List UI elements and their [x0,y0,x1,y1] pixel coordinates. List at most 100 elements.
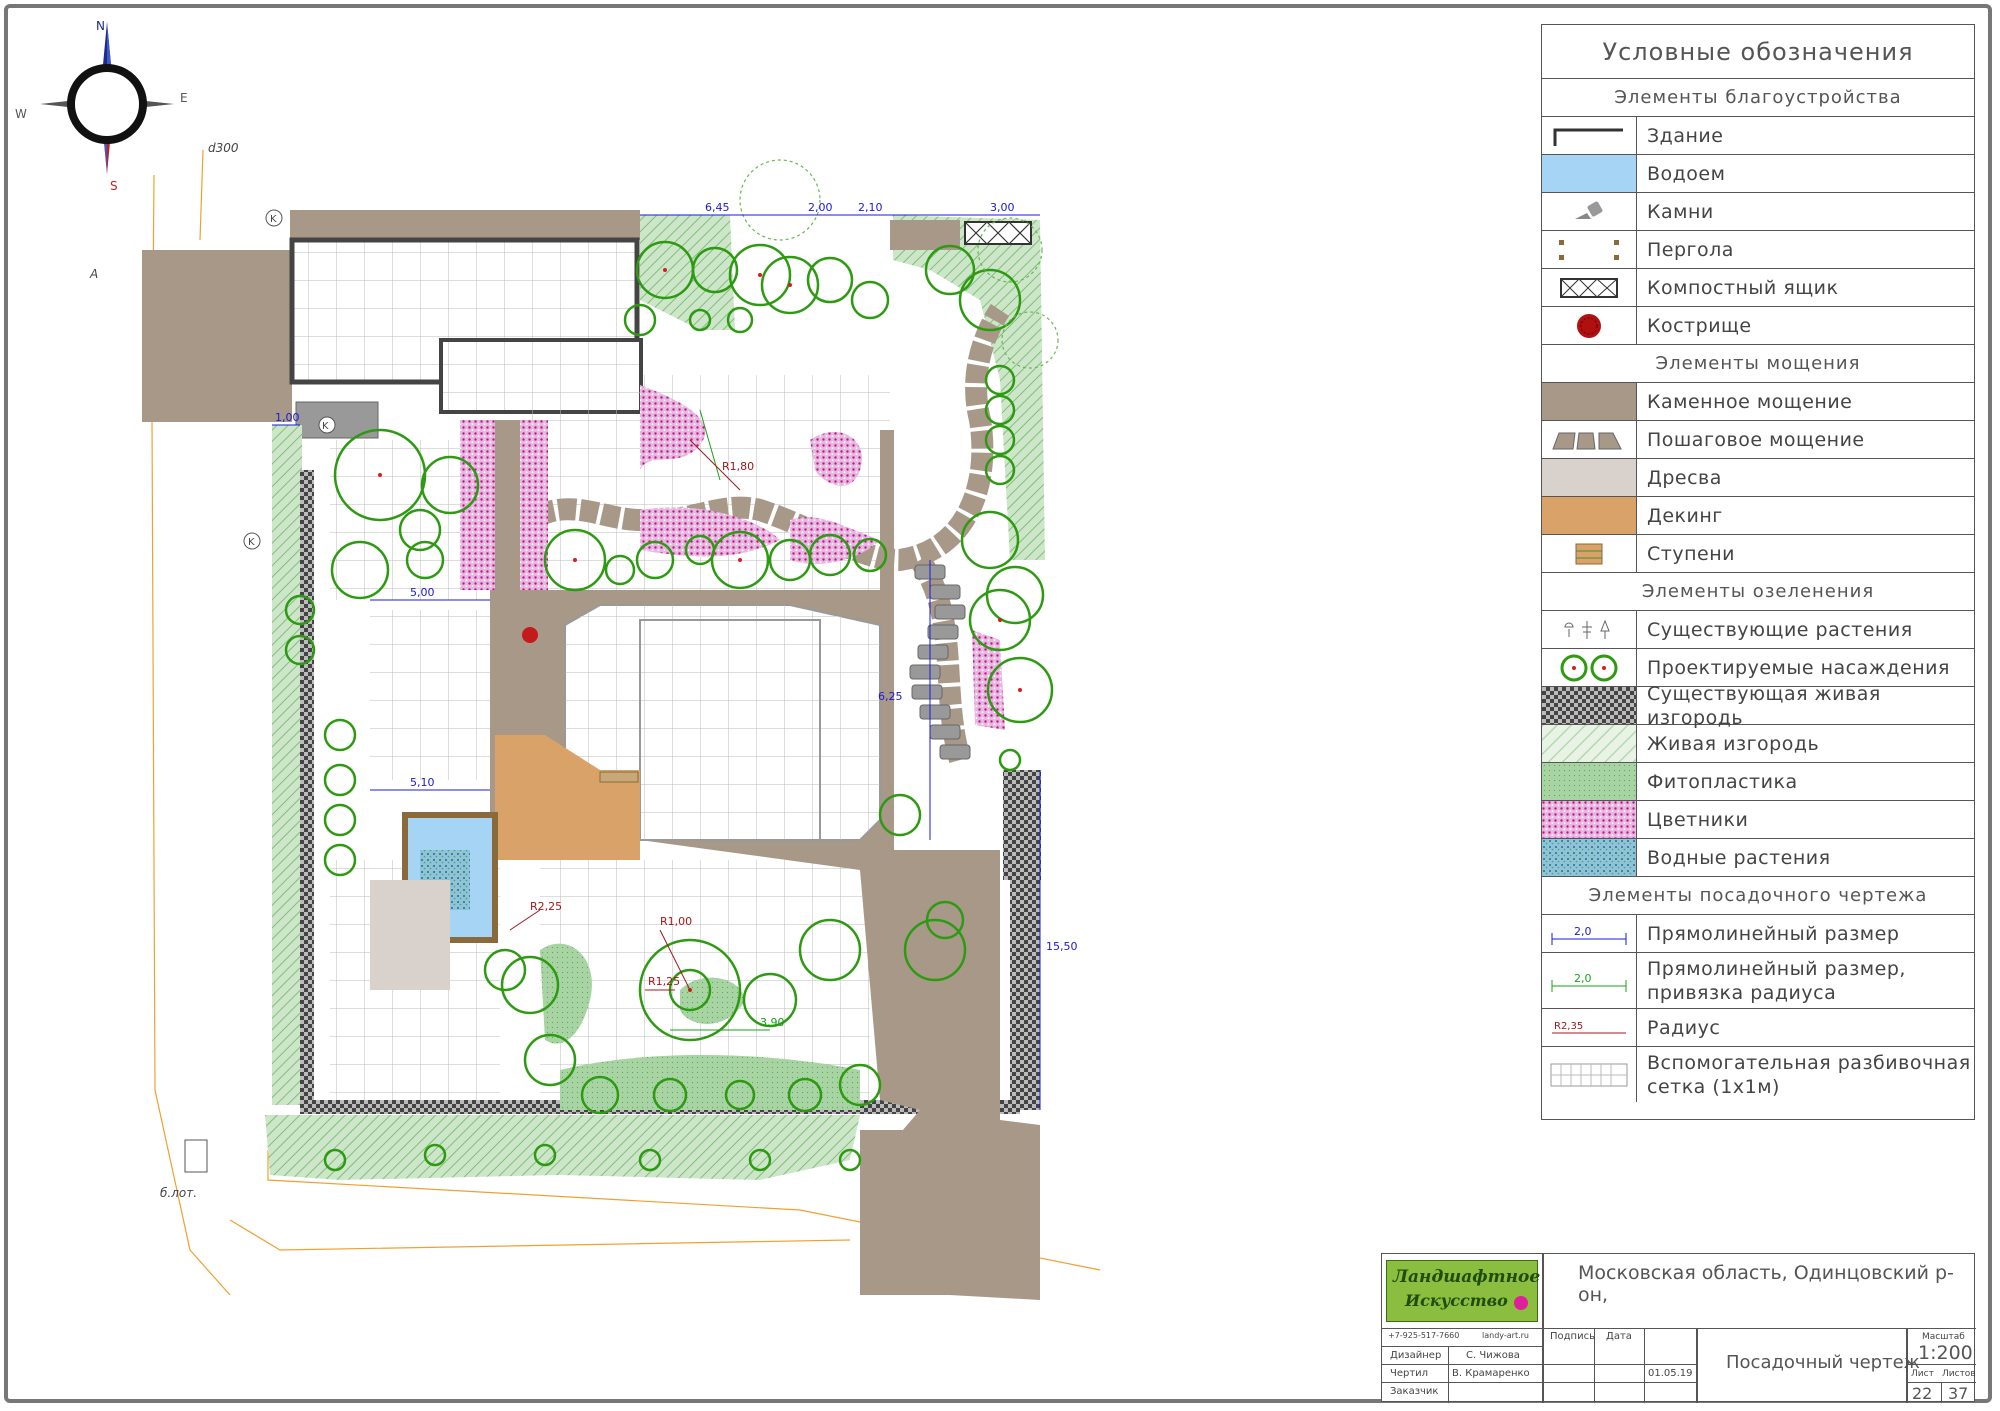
sheet-number: 22 [1912,1384,1933,1403]
sheet-header: Лист [1911,1369,1934,1379]
legend-row-bark: Дресва [1542,459,1974,497]
svg-text:2,0: 2,0 [1574,972,1592,985]
location: Московская область, Одинцовский р-он, [1578,1262,1954,1306]
right-existing-hedge [1010,880,1040,1110]
compass-w: W [15,107,27,121]
legend-row-linear-dim-radius: 2,0 Прямолинейный размер, привязка радиу… [1542,953,1974,1009]
planned-plants-icon [1542,649,1637,686]
flowerbed-side-b [520,420,548,590]
dim-radius-d: R1,25 [648,975,680,988]
pole-box [184,1139,208,1173]
sign-header: Подпись [1550,1331,1595,1342]
legend-row-grid: Вспомогательная разбивочная сетка (1х1м) [1542,1047,1974,1102]
flowerbed-side-a [460,420,495,590]
compost-icon [1542,269,1637,306]
sheet-count: 37 [1948,1384,1969,1403]
dim-right-total: 15,50 [1046,940,1078,953]
a-mark: A [89,267,98,281]
legend-row-steps: Ступени [1542,535,1974,573]
pipe-label: d300 [208,141,239,155]
dim-deck: 5,10 [410,776,435,789]
legend-row-existing-hedge: Существующая живая изгородь [1542,683,1974,729]
date-value: 01.05.19 [1648,1368,1693,1379]
water-plants-swatch [1542,839,1637,876]
legend-row-fire: Кострище [1542,307,1974,345]
topiary-swatch [1542,763,1637,800]
decking-swatch [1542,497,1637,534]
radius-icon: R2,35 [1542,1009,1637,1046]
dim-top-b: 2,10 [858,201,883,214]
building-icon [1542,117,1637,154]
client-role: Заказчик [1390,1386,1439,1397]
svg-text:R2,35: R2,35 [1554,1021,1583,1032]
legend-row-building: Здание [1542,117,1974,155]
legend-row-topiary: Фитопластика [1542,763,1974,801]
hedge-swatch [1542,725,1637,762]
left-hedge [272,425,302,1105]
dim-lawn: 5,00 [410,586,435,599]
k-mark-shed: K [322,421,329,432]
dim-grid: 3,90 [760,1016,785,1029]
legend-row-flowerbeds: Цветники [1542,801,1974,839]
legend-row-water-plants: Водные растения [1542,839,1974,877]
entrance-paving [860,1130,1040,1295]
dim-radius-a: R1,80 [722,460,754,473]
site-plan: N S E W d300 A б.лот. K K K 6,45 2,00 2,… [15,19,1101,1300]
right-existing-hedge-top [1003,770,1041,880]
compass-n: N [96,19,105,33]
legend-row-decking: Декинг [1542,497,1974,535]
bottom-hedge [265,1115,860,1180]
water-icon [1542,155,1637,192]
bark-area [370,880,450,990]
compass-e: E [180,91,188,105]
compass-icon: N S E W [15,19,188,193]
dim-radius-b: R1,00 [660,915,692,928]
compass-s: S [110,179,118,193]
legend-row-hedge: Живая изгородь [1542,725,1974,763]
existing-plants-icon [1542,611,1637,648]
legend-row-stones: Камни [1542,193,1974,231]
grid-lawn [370,610,490,780]
svg-text:2,0: 2,0 [1574,925,1592,938]
bark-swatch [1542,459,1637,496]
website: landy-art.ru [1482,1331,1529,1340]
linear-dim-icon: 2,0 [1542,915,1637,952]
flowerbed-swatch [1542,801,1637,838]
title-block: Ландшафтное Искусство +7-925-517-7660 la… [1381,1253,1976,1403]
driveway-paving [142,250,292,422]
logo-dot [1514,1296,1528,1310]
designer-name: С. Чижова [1466,1350,1520,1361]
dim-top-c: 3,00 [990,201,1015,214]
drawing-title: Посадочный чертеж [1726,1352,1920,1373]
legend-title: Условные обозначения [1542,25,1974,79]
dim-radius-c: R2,25 [530,900,562,913]
drafter-role: Чертил [1390,1368,1429,1379]
legend-row-water: Водоем [1542,155,1974,193]
pergola-icon [1542,231,1637,268]
k-mark-top: K [270,214,277,225]
legend-row-step-paving: Пошаговое мощение [1542,421,1974,459]
company-logo: Ландшафтное Искусство [1386,1260,1541,1322]
existing-hedge-swatch [1542,687,1637,724]
legend-section-amenities: Элементы благоустройства [1542,79,1974,117]
dim-top-a: 2,00 [808,201,833,214]
legend-section-greenery: Элементы озеленения [1542,573,1974,611]
legend-row-radius: R2,35 Радиус [1542,1009,1974,1047]
dim-left-a: 1,00 [275,411,300,424]
dim-top-width: 6,45 [705,201,730,214]
legend-row-pergola: Пергола [1542,231,1974,269]
fire-pit-icon [1542,307,1637,344]
date-header: Дата [1606,1331,1632,1342]
logo-line1: Ландшафтное [1393,1267,1541,1287]
scale-header: Масштаб [1922,1332,1965,1342]
legend-row-linear-dim: 2,0 Прямолинейный размер [1542,915,1974,953]
k-mark-left: K [248,537,255,548]
legend-row-stone-paving: Каменное мощение [1542,383,1974,421]
scale-value: 1:200 [1918,1342,1973,1364]
left-existing-hedge [300,470,314,1100]
legend-section-planting: Элементы посадочного чертежа [1542,877,1974,915]
grid-icon [1542,1047,1637,1102]
legend-row-compost: Компостный ящик [1542,269,1974,307]
stone-paving-swatch [1542,383,1637,420]
designer-role: Дизайнер [1390,1350,1442,1361]
